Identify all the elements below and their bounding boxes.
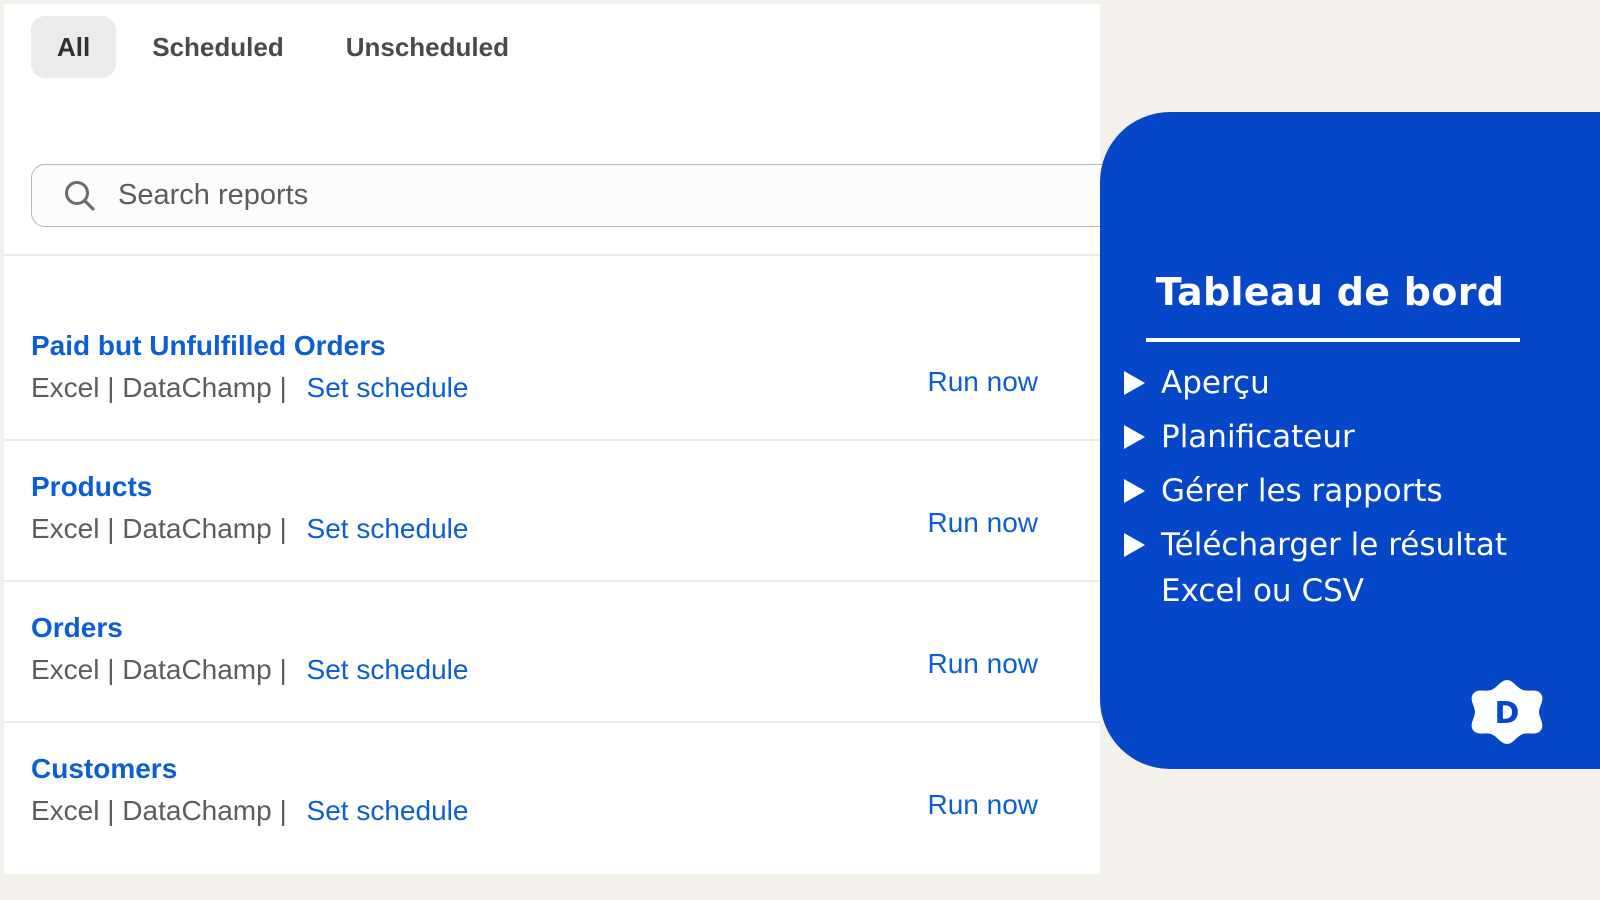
report-title-link[interactable]: Orders [31, 612, 123, 644]
run-now-button[interactable]: Run now [927, 366, 1038, 398]
report-meta-text: Excel | DataChamp | [31, 795, 295, 826]
tab-unscheduled[interactable]: Unscheduled [320, 16, 535, 78]
feature-label: Télécharger le résultat Excel ou CSV [1161, 527, 1508, 609]
search-icon [65, 180, 95, 211]
search-input[interactable] [118, 179, 918, 212]
tab-all[interactable]: All [31, 16, 117, 78]
play-triangle-icon [1124, 533, 1145, 557]
set-schedule-link[interactable]: Set schedule [307, 513, 469, 544]
play-triangle-icon [1124, 479, 1145, 503]
report-row: Orders Excel | DataChamp | Set schedule … [4, 612, 1100, 753]
tab-scheduled[interactable]: Scheduled [126, 16, 309, 78]
run-now-button[interactable]: Run now [927, 507, 1038, 539]
feature-list: Aperçu Planificateur Gérer les rapports … [1124, 360, 1521, 622]
play-triangle-icon [1124, 425, 1145, 449]
reports-app: All Scheduled Unscheduled Paid but Unful… [4, 4, 1151, 874]
report-meta: Excel | DataChamp | Set schedule [31, 795, 468, 827]
feature-item-planificateur: Planificateur [1124, 414, 1521, 460]
play-triangle-icon [1124, 371, 1145, 395]
feature-item-telecharger: Télécharger le résultat Excel ou CSV [1124, 522, 1521, 614]
run-now-button[interactable]: Run now [927, 648, 1038, 680]
feature-label: Aperçu [1161, 365, 1270, 401]
divider [4, 254, 1100, 256]
feature-label: Planificateur [1161, 419, 1355, 455]
report-meta: Excel | DataChamp | Set schedule [31, 372, 468, 404]
report-meta-text: Excel | DataChamp | [31, 513, 295, 544]
filter-tabs: All Scheduled Unscheduled [31, 16, 545, 78]
set-schedule-link[interactable]: Set schedule [307, 795, 469, 826]
panel-divider [1146, 338, 1520, 342]
report-meta-text: Excel | DataChamp | [31, 372, 295, 403]
report-row: Products Excel | DataChamp | Set schedul… [4, 471, 1100, 612]
report-row: Paid but Unfulfilled Orders Excel | Data… [4, 330, 1100, 471]
search-box[interactable] [31, 164, 1151, 227]
report-meta-text: Excel | DataChamp | [31, 654, 295, 685]
report-title-link[interactable]: Paid but Unfulfilled Orders [31, 330, 386, 362]
feature-label: Gérer les rapports [1161, 473, 1443, 509]
divider [4, 439, 1100, 441]
report-title-link[interactable]: Customers [31, 753, 177, 785]
divider [4, 580, 1100, 582]
logo-letter: D [1495, 696, 1520, 731]
divider [4, 721, 1100, 723]
feature-item-apercu: Aperçu [1124, 360, 1521, 406]
set-schedule-link[interactable]: Set schedule [307, 372, 469, 403]
report-meta: Excel | DataChamp | Set schedule [31, 654, 468, 686]
report-meta: Excel | DataChamp | Set schedule [31, 513, 468, 545]
run-now-button[interactable]: Run now [927, 789, 1038, 821]
datachamp-logo-icon: D [1471, 680, 1543, 744]
report-row: Customers Excel | DataChamp | Set schedu… [4, 753, 1100, 894]
set-schedule-link[interactable]: Set schedule [307, 654, 469, 685]
feature-item-gerer-rapports: Gérer les rapports [1124, 468, 1521, 514]
panel-title: Tableau de bord [1155, 270, 1505, 314]
dashboard-feature-panel: Tableau de bord Aperçu Planificateur Gér… [1100, 112, 1600, 769]
report-title-link[interactable]: Products [31, 471, 152, 503]
